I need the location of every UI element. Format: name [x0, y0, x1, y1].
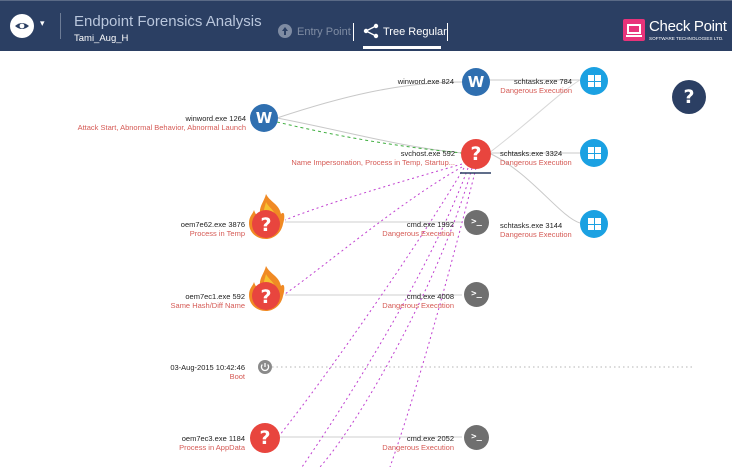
node-label-oem7ec3-1184: oem7ec3.exe 1184 Process in AppData	[179, 434, 245, 452]
node-description: Dangerous Execution	[382, 301, 454, 310]
node-label-boot: 03-Aug-2015 10:42:46 Boot	[170, 363, 245, 381]
node-label-oem7ec1-592: oem7ec1.exe 592 Same Hash/Diff Name	[171, 292, 245, 310]
node-description: Process in Temp	[189, 229, 245, 238]
edge-injection-purple	[389, 167, 477, 467]
node-description: Process in AppData	[179, 443, 245, 452]
node-name: oem7ec1.exe 592	[185, 292, 245, 301]
node-description: Name Impersonation, Process in Temp, Sta…	[291, 158, 455, 167]
svg-text:?: ?	[260, 286, 271, 308]
tab-divider	[447, 23, 448, 41]
entry-point-icon	[277, 23, 293, 42]
active-tab-indicator	[363, 46, 441, 49]
cmd-icon[interactable]: >_	[464, 425, 489, 450]
tab-label: Entry Point	[297, 26, 351, 38]
node-description: Dangerous Execution	[382, 443, 454, 452]
edge-injection-purple	[301, 167, 469, 467]
node-name: schtasks.exe 784	[514, 77, 572, 86]
tab-entry-point[interactable]: Entry Point	[277, 23, 351, 43]
node-label-schtasks-3144: schtasks.exe 3144 Dangerous Execution	[500, 221, 572, 239]
app-header: ▾ Endpoint Forensics Analysis Tami_Aug_H…	[0, 0, 732, 51]
flame-question-icon[interactable]: ?	[245, 192, 287, 240]
node-description: Dangerous Execution	[500, 230, 572, 239]
node-name: cmd.exe 4008	[406, 292, 454, 301]
node-description: Dangerous Execution	[382, 229, 454, 238]
edge-winword-to-winword	[276, 81, 463, 119]
tab-label: Tree Regular	[383, 26, 447, 38]
node-name: cmd.exe 1992	[406, 220, 454, 229]
question-icon[interactable]: ?	[461, 139, 491, 169]
word-icon[interactable]: W	[250, 104, 278, 132]
node-label-schtasks-784: schtasks.exe 784 Dangerous Execution	[500, 77, 572, 95]
node-label-cmd-2052: cmd.exe 2052 Dangerous Execution	[382, 434, 454, 452]
cmd-icon[interactable]: >_	[464, 210, 489, 235]
edge-injection-purple	[284, 163, 463, 221]
node-name: schtasks.exe 3324	[500, 149, 563, 158]
question-icon[interactable]: ?	[250, 423, 280, 453]
node-name: winword.exe 824	[397, 77, 454, 86]
chevron-down-icon: ▾	[40, 19, 45, 29]
node-description: Dangerous Execution	[500, 158, 572, 167]
windows-icon[interactable]	[580, 210, 608, 238]
windows-icon[interactable]	[580, 139, 608, 167]
node-name: 03-Aug-2015 10:42:46	[170, 363, 245, 372]
check-point-logo: Check Point SOFTWARE TECHNOLOGIES LTD.	[621, 17, 731, 43]
node-label-oem7e62-3876: oem7e62.exe 3876 Process in Temp	[181, 220, 245, 238]
node-label-cmd-4008: cmd.exe 4008 Dangerous Execution	[382, 292, 454, 310]
node-name: schtasks.exe 3144	[500, 221, 563, 230]
node-description: Dangerous Execution	[500, 86, 572, 95]
tab-divider	[353, 23, 354, 41]
node-description: Same Hash/Diff Name	[170, 301, 245, 310]
flame-question-icon[interactable]: ?	[245, 264, 287, 312]
eye-icon	[10, 14, 34, 38]
logo-name: Check Point	[649, 18, 727, 35]
word-icon[interactable]: W	[462, 68, 490, 96]
node-name: winword.exe 1264	[185, 114, 246, 123]
node-description: Attack Start, Abnormal Behavior, Abnorma…	[77, 123, 246, 132]
svg-text:?: ?	[260, 214, 271, 236]
help-button[interactable]: ?	[672, 80, 706, 114]
node-label-cmd-1992: cmd.exe 1992 Dangerous Execution	[382, 220, 454, 238]
node-name: cmd.exe 2052	[406, 434, 454, 443]
node-description: Boot	[229, 372, 245, 381]
node-label-svchost-592: svchost.exe 592 Name Impersonation, Proc…	[291, 149, 455, 167]
share-tree-icon	[363, 23, 379, 42]
view-menu-button[interactable]: ▾	[10, 14, 50, 38]
cmd-icon[interactable]: >_	[464, 282, 489, 307]
node-label-schtasks-3324: schtasks.exe 3324 Dangerous Execution	[500, 149, 572, 167]
process-tree-canvas[interactable]: winword.exe 824 W schtasks.exe 784 Dange…	[0, 52, 732, 467]
node-name: oem7ec3.exe 1184	[181, 434, 245, 443]
node-label-winword-824: winword.exe 824	[398, 77, 454, 86]
tab-tree-regular[interactable]: Tree Regular	[363, 23, 447, 43]
node-name: svchost.exe 592	[400, 149, 455, 158]
edge-winword-to-svchost	[276, 117, 463, 154]
header-divider	[60, 13, 61, 39]
logo-tagline: SOFTWARE TECHNOLOGIES LTD.	[649, 36, 724, 41]
page-subtitle: Tami_Aug_H	[74, 33, 129, 44]
logo-mark-icon	[623, 19, 645, 41]
node-name: oem7e62.exe 3876	[180, 220, 245, 229]
page-title: Endpoint Forensics Analysis	[74, 13, 262, 30]
node-label-winword-1264: winword.exe 1264 Attack Start, Abnormal …	[78, 114, 246, 132]
windows-icon[interactable]	[580, 67, 608, 95]
power-icon[interactable]	[258, 360, 272, 374]
